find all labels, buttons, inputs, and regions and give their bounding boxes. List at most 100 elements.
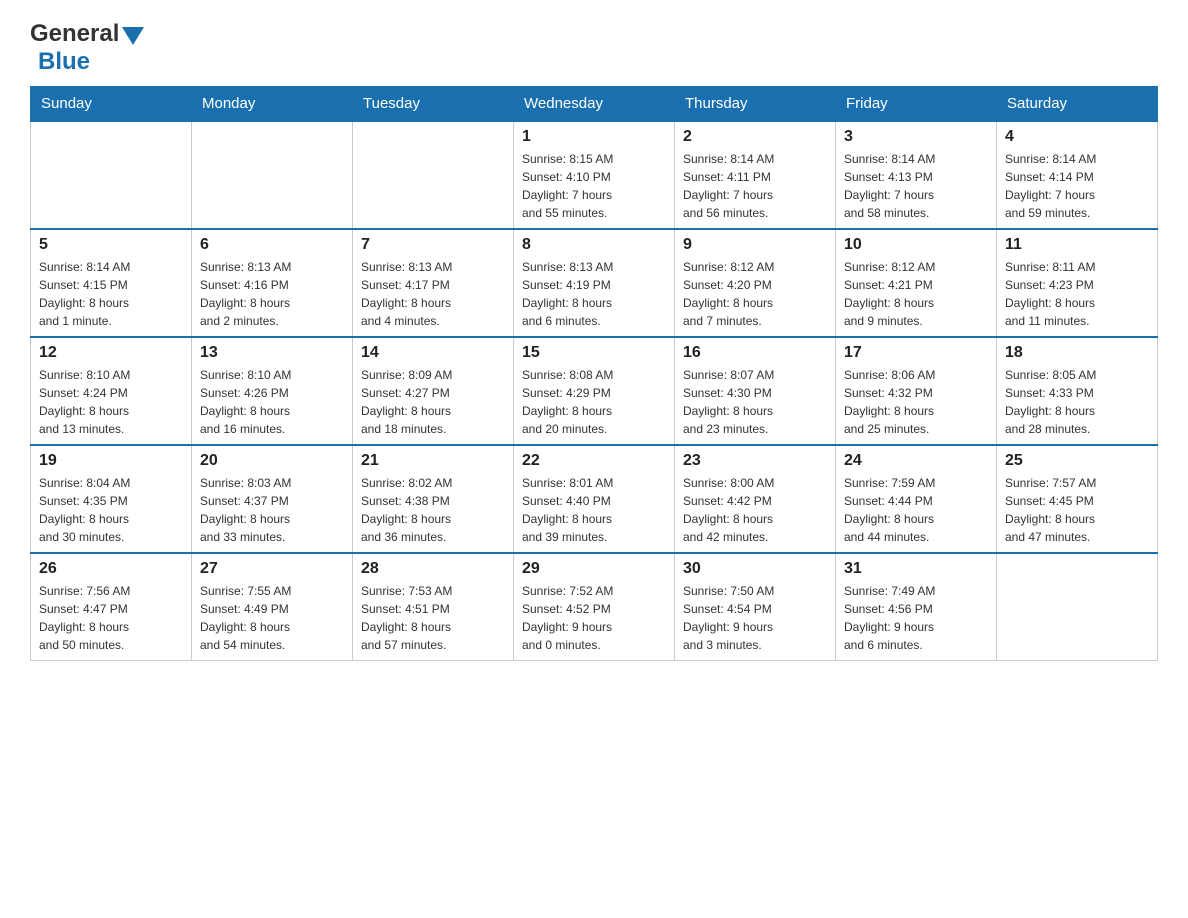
day-number: 2 [683,128,827,146]
day-number: 25 [1005,452,1149,470]
day-number: 31 [844,560,988,578]
cell-week2-day6: 11 Sunrise: 8:11 AM Sunset: 4:23 PM Dayli… [997,229,1158,337]
cell-week1-day0 [31,121,192,229]
day-info: Sunrise: 8:13 AM Sunset: 4:17 PM Dayligh… [361,258,505,330]
day-number: 19 [39,452,183,470]
day-info: Sunrise: 8:14 AM Sunset: 4:13 PM Dayligh… [844,150,988,222]
cell-week4-day6: 25 Sunrise: 7:57 AM Sunset: 4:45 PM Dayli… [997,445,1158,553]
day-info: Sunrise: 7:52 AM Sunset: 4:52 PM Dayligh… [522,582,666,654]
cell-week5-day5: 31 Sunrise: 7:49 AM Sunset: 4:56 PM Dayli… [836,553,997,661]
day-info: Sunrise: 8:04 AM Sunset: 4:35 PM Dayligh… [39,474,183,546]
cell-week1-day4: 2 Sunrise: 8:14 AM Sunset: 4:11 PM Daylig… [675,121,836,229]
day-number: 5 [39,236,183,254]
header-tuesday: Tuesday [353,87,514,122]
cell-week5-day4: 30 Sunrise: 7:50 AM Sunset: 4:54 PM Dayli… [675,553,836,661]
day-info: Sunrise: 8:13 AM Sunset: 4:19 PM Dayligh… [522,258,666,330]
header-sunday: Sunday [31,87,192,122]
cell-week4-day5: 24Sunrise: 7:59 AM Sunset: 4:44 PM Dayli… [836,445,997,553]
day-info: Sunrise: 8:14 AM Sunset: 4:11 PM Dayligh… [683,150,827,222]
cell-week2-day2: 7 Sunrise: 8:13 AM Sunset: 4:17 PM Daylig… [353,229,514,337]
day-info: Sunrise: 7:50 AM Sunset: 4:54 PM Dayligh… [683,582,827,654]
cell-week2-day5: 10 Sunrise: 8:12 AM Sunset: 4:21 PM Dayli… [836,229,997,337]
day-info: Sunrise: 8:06 AM Sunset: 4:32 PM Dayligh… [844,366,988,438]
day-info: Sunrise: 7:55 AM Sunset: 4:49 PM Dayligh… [200,582,344,654]
cell-week2-day1: 6Sunrise: 8:13 AM Sunset: 4:16 PM Daylig… [192,229,353,337]
day-info: Sunrise: 7:53 AM Sunset: 4:51 PM Dayligh… [361,582,505,654]
day-number: 13 [200,344,344,362]
header-saturday: Saturday [997,87,1158,122]
cell-week5-day3: 29 Sunrise: 7:52 AM Sunset: 4:52 PM Dayli… [514,553,675,661]
cell-week3-day4: 16 Sunrise: 8:07 AM Sunset: 4:30 PM Dayli… [675,337,836,445]
day-info: Sunrise: 8:11 AM Sunset: 4:23 PM Dayligh… [1005,258,1149,330]
day-number: 15 [522,344,666,362]
day-number: 10 [844,236,988,254]
day-info: Sunrise: 8:09 AM Sunset: 4:27 PM Dayligh… [361,366,505,438]
day-number: 27 [200,560,344,578]
logo-container: GeneralBlue [30,20,144,76]
cell-week3-day6: 18 Sunrise: 8:05 AM Sunset: 4:33 PM Dayli… [997,337,1158,445]
header: GeneralBlue [30,20,1158,76]
day-number: 3 [844,128,988,146]
day-info: Sunrise: 8:01 AM Sunset: 4:40 PM Dayligh… [522,474,666,546]
cell-week5-day2: 28 Sunrise: 7:53 AM Sunset: 4:51 PM Dayli… [353,553,514,661]
day-info: Sunrise: 7:59 AM Sunset: 4:44 PM Dayligh… [844,474,988,546]
day-info: Sunrise: 8:07 AM Sunset: 4:30 PM Dayligh… [683,366,827,438]
day-number: 20 [200,452,344,470]
day-number: 30 [683,560,827,578]
header-thursday: Thursday [675,87,836,122]
week-row-3: 12 Sunrise: 8:10 AM Sunset: 4:24 PM Dayli… [31,337,1158,445]
cell-week2-day3: 8 Sunrise: 8:13 AM Sunset: 4:19 PM Daylig… [514,229,675,337]
day-info: Sunrise: 8:14 AM Sunset: 4:14 PM Dayligh… [1005,150,1149,222]
day-info: Sunrise: 8:05 AM Sunset: 4:33 PM Dayligh… [1005,366,1149,438]
cell-week1-day1 [192,121,353,229]
day-number: 12 [39,344,183,362]
day-number: 16 [683,344,827,362]
cell-week1-day2 [353,121,514,229]
day-number: 7 [361,236,505,254]
day-number: 11 [1005,236,1149,254]
header-friday: Friday [836,87,997,122]
cell-week5-day1: 27 Sunrise: 7:55 AM Sunset: 4:49 PM Dayli… [192,553,353,661]
header-monday: Monday [192,87,353,122]
header-wednesday: Wednesday [514,87,675,122]
day-info: Sunrise: 8:10 AM Sunset: 4:24 PM Dayligh… [39,366,183,438]
logo: GeneralBlue [30,20,144,76]
cell-week4-day2: 21Sunrise: 8:02 AM Sunset: 4:38 PM Dayli… [353,445,514,553]
day-info: Sunrise: 8:12 AM Sunset: 4:21 PM Dayligh… [844,258,988,330]
day-number: 28 [361,560,505,578]
cell-week1-day3: 1 Sunrise: 8:15 AM Sunset: 4:10 PM Daylig… [514,121,675,229]
cell-week2-day4: 9Sunrise: 8:12 AM Sunset: 4:20 PM Daylig… [675,229,836,337]
day-number: 6 [200,236,344,254]
day-info: Sunrise: 8:08 AM Sunset: 4:29 PM Dayligh… [522,366,666,438]
day-number: 17 [844,344,988,362]
day-number: 22 [522,452,666,470]
cell-week2-day0: 5Sunrise: 8:14 AM Sunset: 4:15 PM Daylig… [31,229,192,337]
day-info: Sunrise: 7:56 AM Sunset: 4:47 PM Dayligh… [39,582,183,654]
cell-week4-day4: 23 Sunrise: 8:00 AM Sunset: 4:42 PM Dayli… [675,445,836,553]
day-number: 26 [39,560,183,578]
cell-week5-day6 [997,553,1158,661]
day-number: 8 [522,236,666,254]
day-number: 18 [1005,344,1149,362]
week-row-1: 1 Sunrise: 8:15 AM Sunset: 4:10 PM Daylig… [31,121,1158,229]
week-row-2: 5Sunrise: 8:14 AM Sunset: 4:15 PM Daylig… [31,229,1158,337]
week-row-5: 26 Sunrise: 7:56 AM Sunset: 4:47 PM Dayli… [31,553,1158,661]
cell-week3-day2: 14 Sunrise: 8:09 AM Sunset: 4:27 PM Dayli… [353,337,514,445]
day-info: Sunrise: 7:49 AM Sunset: 4:56 PM Dayligh… [844,582,988,654]
day-number: 23 [683,452,827,470]
day-info: Sunrise: 8:03 AM Sunset: 4:37 PM Dayligh… [200,474,344,546]
day-number: 29 [522,560,666,578]
day-info: Sunrise: 8:15 AM Sunset: 4:10 PM Dayligh… [522,150,666,222]
day-info: Sunrise: 8:00 AM Sunset: 4:42 PM Dayligh… [683,474,827,546]
day-number: 9 [683,236,827,254]
cell-week4-day3: 22 Sunrise: 8:01 AM Sunset: 4:40 PM Dayli… [514,445,675,553]
cell-week3-day5: 17 Sunrise: 8:06 AM Sunset: 4:32 PM Dayli… [836,337,997,445]
day-number: 1 [522,128,666,146]
cell-week1-day6: 4Sunrise: 8:14 AM Sunset: 4:14 PM Daylig… [997,121,1158,229]
day-number: 14 [361,344,505,362]
day-info: Sunrise: 8:10 AM Sunset: 4:26 PM Dayligh… [200,366,344,438]
day-info: Sunrise: 8:02 AM Sunset: 4:38 PM Dayligh… [361,474,505,546]
day-info: Sunrise: 7:57 AM Sunset: 4:45 PM Dayligh… [1005,474,1149,546]
calendar-table: SundayMondayTuesdayWednesdayThursdayFrid… [30,86,1158,661]
week-row-4: 19 Sunrise: 8:04 AM Sunset: 4:35 PM Dayli… [31,445,1158,553]
